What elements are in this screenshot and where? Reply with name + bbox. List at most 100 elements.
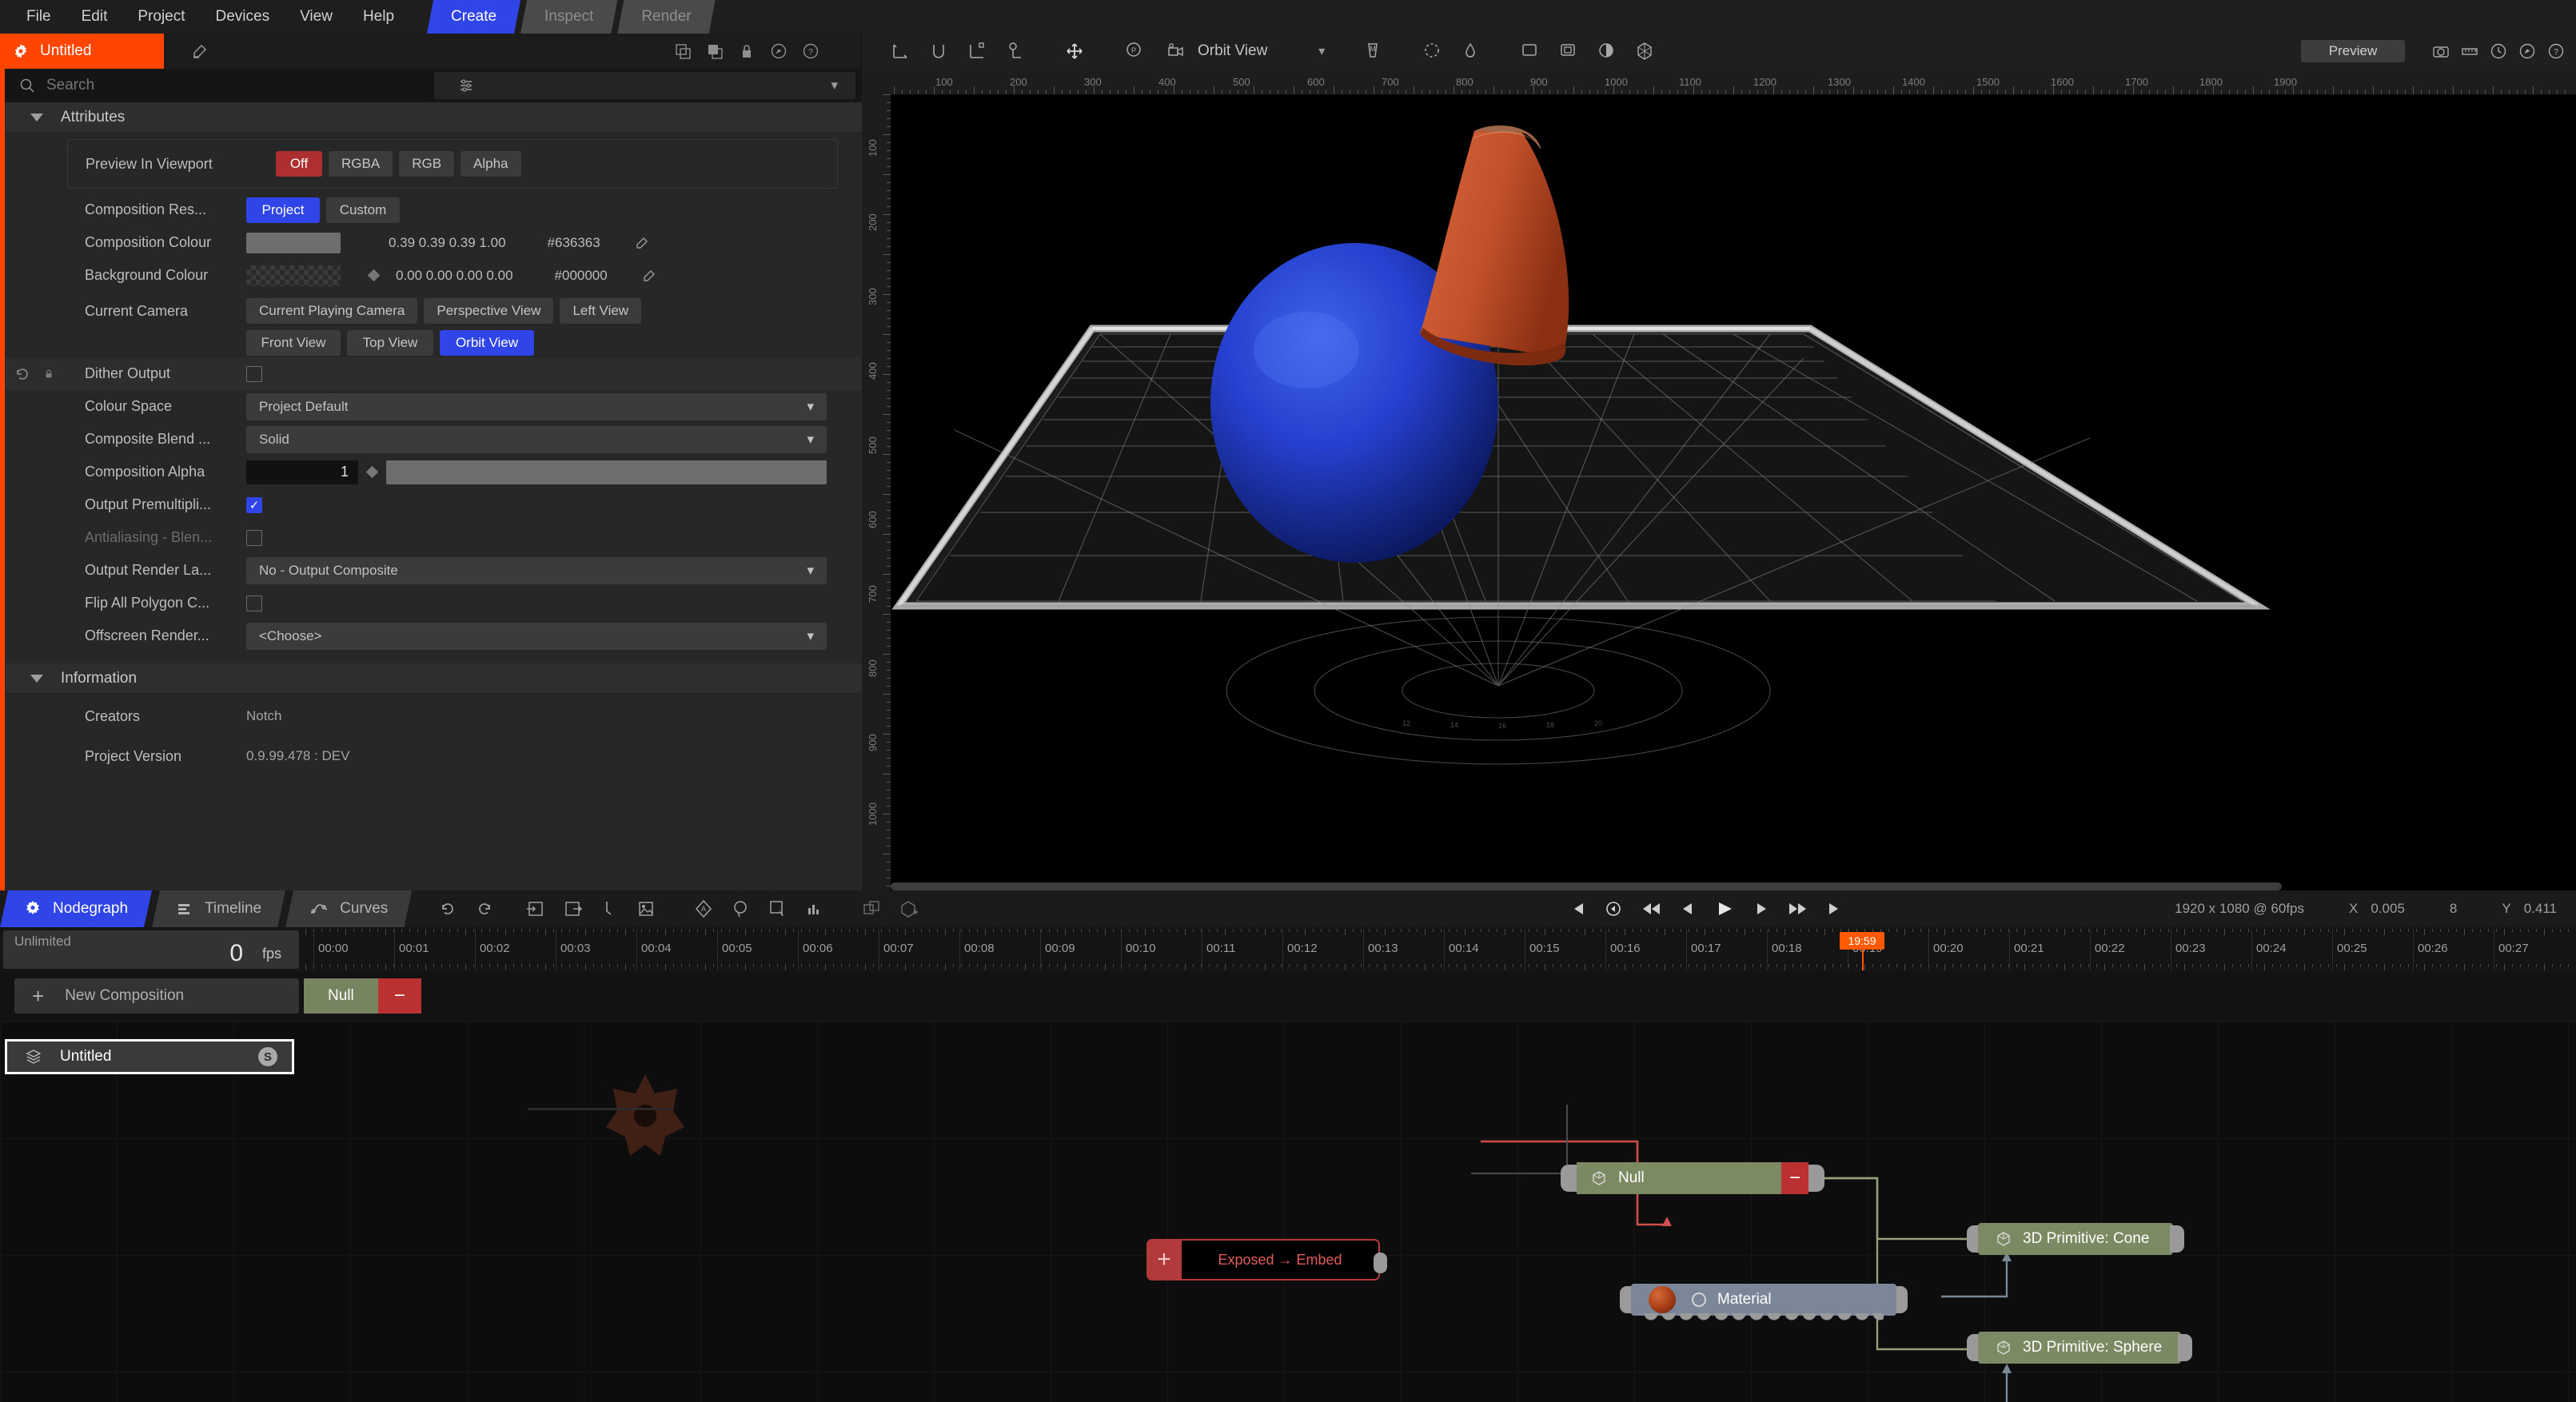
background-colour-swatch[interactable] (246, 265, 341, 286)
timeline-ruler[interactable]: 00:00 00:01 00:02 00:03 00:04 00:05 00:06 00:07… (305, 929, 2576, 970)
camera-current-playing-button[interactable]: Current Playing Camera (246, 298, 418, 324)
composition-alpha-slider[interactable] (386, 460, 827, 484)
pencil-icon[interactable] (186, 38, 213, 65)
untitled-layer-badge[interactable]: S (258, 1047, 277, 1066)
menu-edit[interactable]: Edit (66, 0, 123, 34)
null-chip-minus[interactable]: − (377, 978, 421, 1014)
step-back-icon[interactable] (1679, 900, 1697, 918)
search-input[interactable] (46, 77, 366, 94)
pin-icon[interactable] (770, 42, 788, 60)
preview-rgba-button[interactable]: RGBA (329, 151, 393, 177)
ruler-icon[interactable] (2461, 42, 2478, 60)
filter-dropdown[interactable]: ▾ (434, 72, 855, 99)
composition-colour-swatch[interactable] (246, 232, 341, 253)
composition-alpha-input[interactable]: 1 (246, 460, 358, 484)
node-embed-add-button[interactable]: + (1146, 1239, 1182, 1281)
colour-space-dropdown[interactable]: Project Default ▾ (246, 392, 827, 420)
skip-start-icon[interactable] (1567, 900, 1586, 918)
help-icon-viewport[interactable]: ? (2547, 42, 2565, 60)
node-material-orange-ports[interactable] (1644, 1313, 1884, 1321)
revert-icon[interactable] (14, 366, 30, 382)
node-null-minus-button[interactable]: − (1781, 1162, 1808, 1194)
skip-end-icon[interactable] (1826, 900, 1845, 918)
viewport-body[interactable]: 100 200 300 400 500 600 700 800 900 1000 1100 1200 1… (862, 69, 2576, 890)
paste-icon[interactable] (706, 42, 724, 60)
menu-project[interactable]: Project (122, 0, 200, 34)
composite-blend-dropdown[interactable]: Solid ▾ (246, 425, 827, 453)
node-3d-primitive-cone[interactable]: 3D Primitive: Cone (1967, 1223, 2184, 1255)
camera-orbit-button[interactable]: Orbit View (440, 330, 534, 356)
curve-icon[interactable] (1451, 34, 1489, 69)
rect-select-icon[interactable] (759, 890, 796, 927)
redo-icon[interactable] (466, 890, 503, 927)
node-exposed-embed[interactable]: + Exposed → Embed (1146, 1239, 1387, 1281)
add-node-icon[interactable] (890, 890, 927, 927)
lock-icon[interactable] (738, 42, 756, 60)
menu-help[interactable]: Help (348, 0, 409, 34)
composition-res-project-button[interactable]: Project (246, 197, 320, 223)
node-null-input-port[interactable] (1561, 1165, 1577, 1192)
nodegraph-canvas[interactable]: Null − + Exposed → Embed Material 3D Pri… (0, 1022, 2576, 1402)
menu-devices[interactable]: Devices (201, 0, 285, 34)
image-icon[interactable] (628, 890, 664, 927)
preview-rgb-button[interactable]: RGB (399, 151, 455, 177)
camera-snapshot-icon[interactable] (2432, 42, 2450, 60)
dither-output-checkbox[interactable] (246, 365, 262, 382)
node-sphere-output-port[interactable] (2178, 1334, 2192, 1361)
tablet-icon[interactable] (1549, 34, 1587, 69)
node-cone-output-port[interactable] (2170, 1225, 2184, 1253)
offscreen-render-dropdown[interactable]: <Choose> ▾ (246, 622, 827, 650)
3d-render-area[interactable]: 12 14 16 18 20 (891, 94, 2576, 890)
move-axis-icon[interactable] (881, 34, 919, 69)
lasso-icon[interactable] (722, 890, 759, 927)
untitled-layer-card[interactable]: Untitled S (5, 1039, 294, 1074)
tab-render[interactable]: Render (617, 0, 715, 34)
export-icon[interactable] (554, 890, 591, 927)
selection-icon[interactable] (1413, 34, 1451, 69)
scale-icon[interactable] (958, 34, 996, 69)
pivot-icon[interactable] (996, 34, 1035, 69)
import-icon[interactable] (517, 890, 554, 927)
step-forward-icon[interactable] (1753, 900, 1770, 918)
copy-icon[interactable] (674, 42, 692, 60)
fps-display[interactable]: Unlimited 0 fps (3, 930, 299, 969)
tab-inspect[interactable]: Inspect (520, 0, 617, 34)
monitor-icon[interactable] (1510, 34, 1549, 69)
tab-timeline[interactable]: Timeline (152, 890, 285, 927)
new-composition-button[interactable]: + New Composition (14, 978, 299, 1014)
preview-alpha-button[interactable]: Alpha (461, 151, 521, 177)
shading-icon[interactable] (1587, 34, 1625, 69)
undo-icon[interactable] (429, 890, 466, 927)
clock-icon[interactable] (2490, 42, 2507, 60)
preview-button[interactable]: Preview (2301, 40, 2405, 62)
project-chip[interactable]: Untitled (0, 34, 164, 69)
output-premultiplied-checkbox[interactable]: ✓ (246, 496, 262, 513)
information-section-header[interactable]: Information (5, 663, 862, 694)
view-selector[interactable]: Orbit View ▾ (1158, 41, 1333, 62)
tab-curves[interactable]: Curves (285, 890, 412, 927)
wireframe-icon[interactable] (1625, 34, 1664, 69)
camera-left-button[interactable]: Left View (560, 298, 642, 324)
null-composition-chip[interactable]: Null − (304, 978, 421, 1014)
keyframe-diamond-icon-2[interactable] (365, 465, 379, 479)
magnet-icon[interactable]: M (1354, 34, 1392, 69)
graph-icon[interactable] (796, 890, 832, 927)
background-colour-value[interactable]: 0.00 0.00 0.00 0.00 (396, 268, 513, 284)
lock-small-icon[interactable] (43, 368, 54, 380)
node-embed-output-port[interactable] (1374, 1253, 1387, 1273)
output-render-layer-dropdown[interactable]: No - Output Composite ▾ (246, 556, 827, 584)
tab-nodegraph[interactable]: Nodegraph (0, 890, 152, 927)
keyframe-diamond-icon[interactable] (367, 269, 381, 282)
duplicate-icon[interactable] (853, 890, 890, 927)
node-3d-primitive-sphere[interactable]: 3D Primitive: Sphere (1967, 1332, 2192, 1364)
background-colour-hex[interactable]: #000000 (555, 268, 608, 284)
composition-colour-value[interactable]: 0.39 0.39 0.39 1.00 (389, 235, 506, 251)
play-icon[interactable] (1714, 899, 1735, 918)
eyedropper-icon-2[interactable] (641, 268, 657, 284)
viewport-horizontal-scrollbar[interactable] (891, 882, 2282, 890)
camera-front-button[interactable]: Front View (246, 330, 341, 356)
composition-res-custom-button[interactable]: Custom (326, 197, 400, 223)
node-material-orange[interactable]: Material (1620, 1284, 1908, 1321)
search-box[interactable] (5, 69, 434, 102)
diamond-icon[interactable]: A (685, 890, 722, 927)
